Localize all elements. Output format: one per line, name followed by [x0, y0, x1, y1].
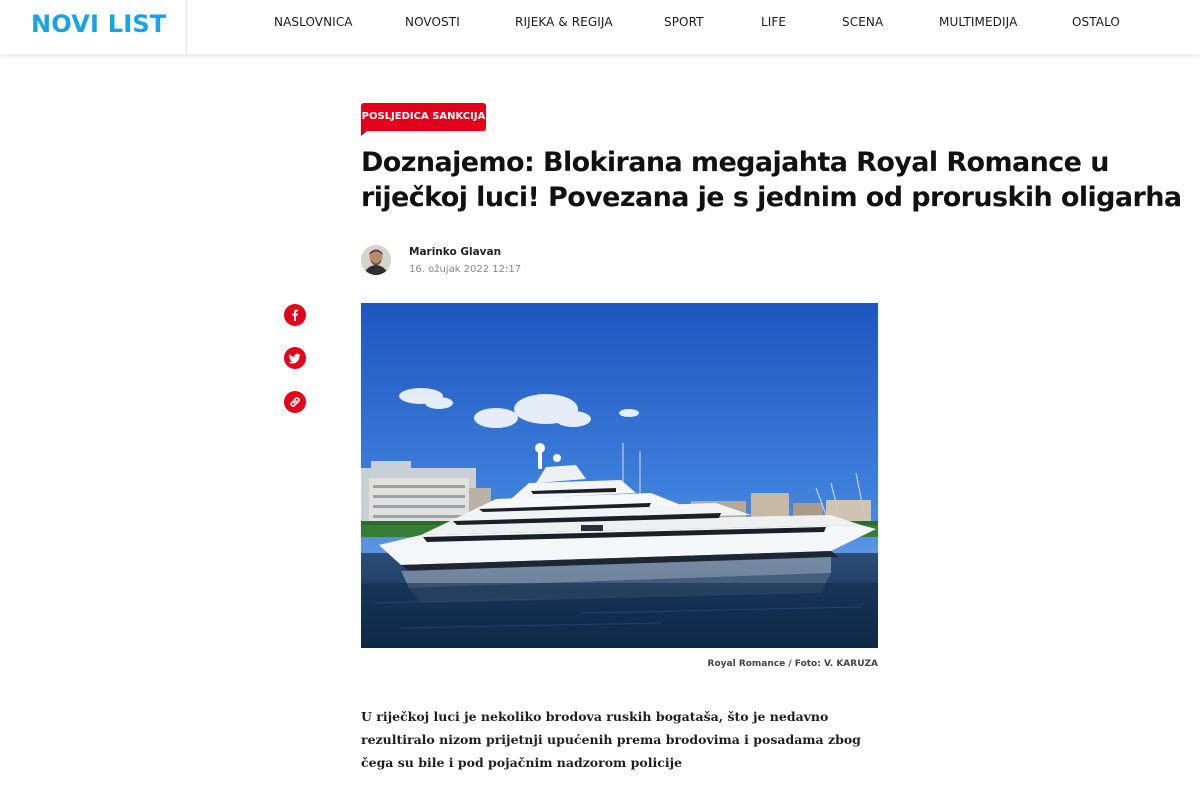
article-hero-image[interactable] [361, 303, 878, 648]
category-badge[interactable]: POSLJEDICA SANKCIJA [361, 103, 486, 136]
share-twitter-button[interactable] [284, 347, 306, 369]
nav-item-life[interactable]: LIFE [761, 15, 786, 29]
author-avatar[interactable] [361, 245, 391, 275]
article-lead-paragraph: U riječkoj luci je nekoliko brodova rusk… [361, 709, 861, 770]
author-name[interactable]: Marinko Glavan [409, 246, 501, 258]
yacht-photo [361, 303, 878, 648]
avatar-photo [361, 245, 391, 275]
site-header: NOVI LIST NASLOVNICA NOVOSTI RIJEKA & RE… [0, 0, 1200, 54]
twitter-icon [288, 353, 301, 364]
nav-item-multimedija[interactable]: MULTIMEDIJA [939, 15, 1017, 29]
site-logo[interactable]: NOVI LIST [31, 10, 166, 38]
publish-date: 16. ožujak 2022 12:17 [409, 264, 522, 275]
article-title: Doznajemo: Blokirana megajahta Royal Rom… [361, 147, 1182, 213]
nav-item-scena[interactable]: SCENA [842, 15, 883, 29]
nav-item-sport[interactable]: SPORT [664, 15, 704, 29]
nav-item-novosti[interactable]: NOVOSTI [405, 15, 460, 29]
share-link-button[interactable] [284, 391, 306, 413]
main-nav: NASLOVNICA NOVOSTI RIJEKA & REGIJA SPORT… [186, 0, 1200, 54]
nav-item-ostalo[interactable]: OSTALO [1072, 15, 1120, 29]
image-caption: Royal Romance / Foto: V. KARUZA [707, 659, 878, 669]
nav-item-naslovnica[interactable]: NASLOVNICA [274, 15, 353, 29]
nav-item-rijeka-regija[interactable]: RIJEKA & REGIJA [515, 15, 613, 29]
logo-area[interactable]: NOVI LIST [0, 0, 187, 54]
facebook-icon [292, 309, 299, 321]
link-icon [290, 397, 300, 407]
share-facebook-button[interactable] [284, 304, 306, 326]
